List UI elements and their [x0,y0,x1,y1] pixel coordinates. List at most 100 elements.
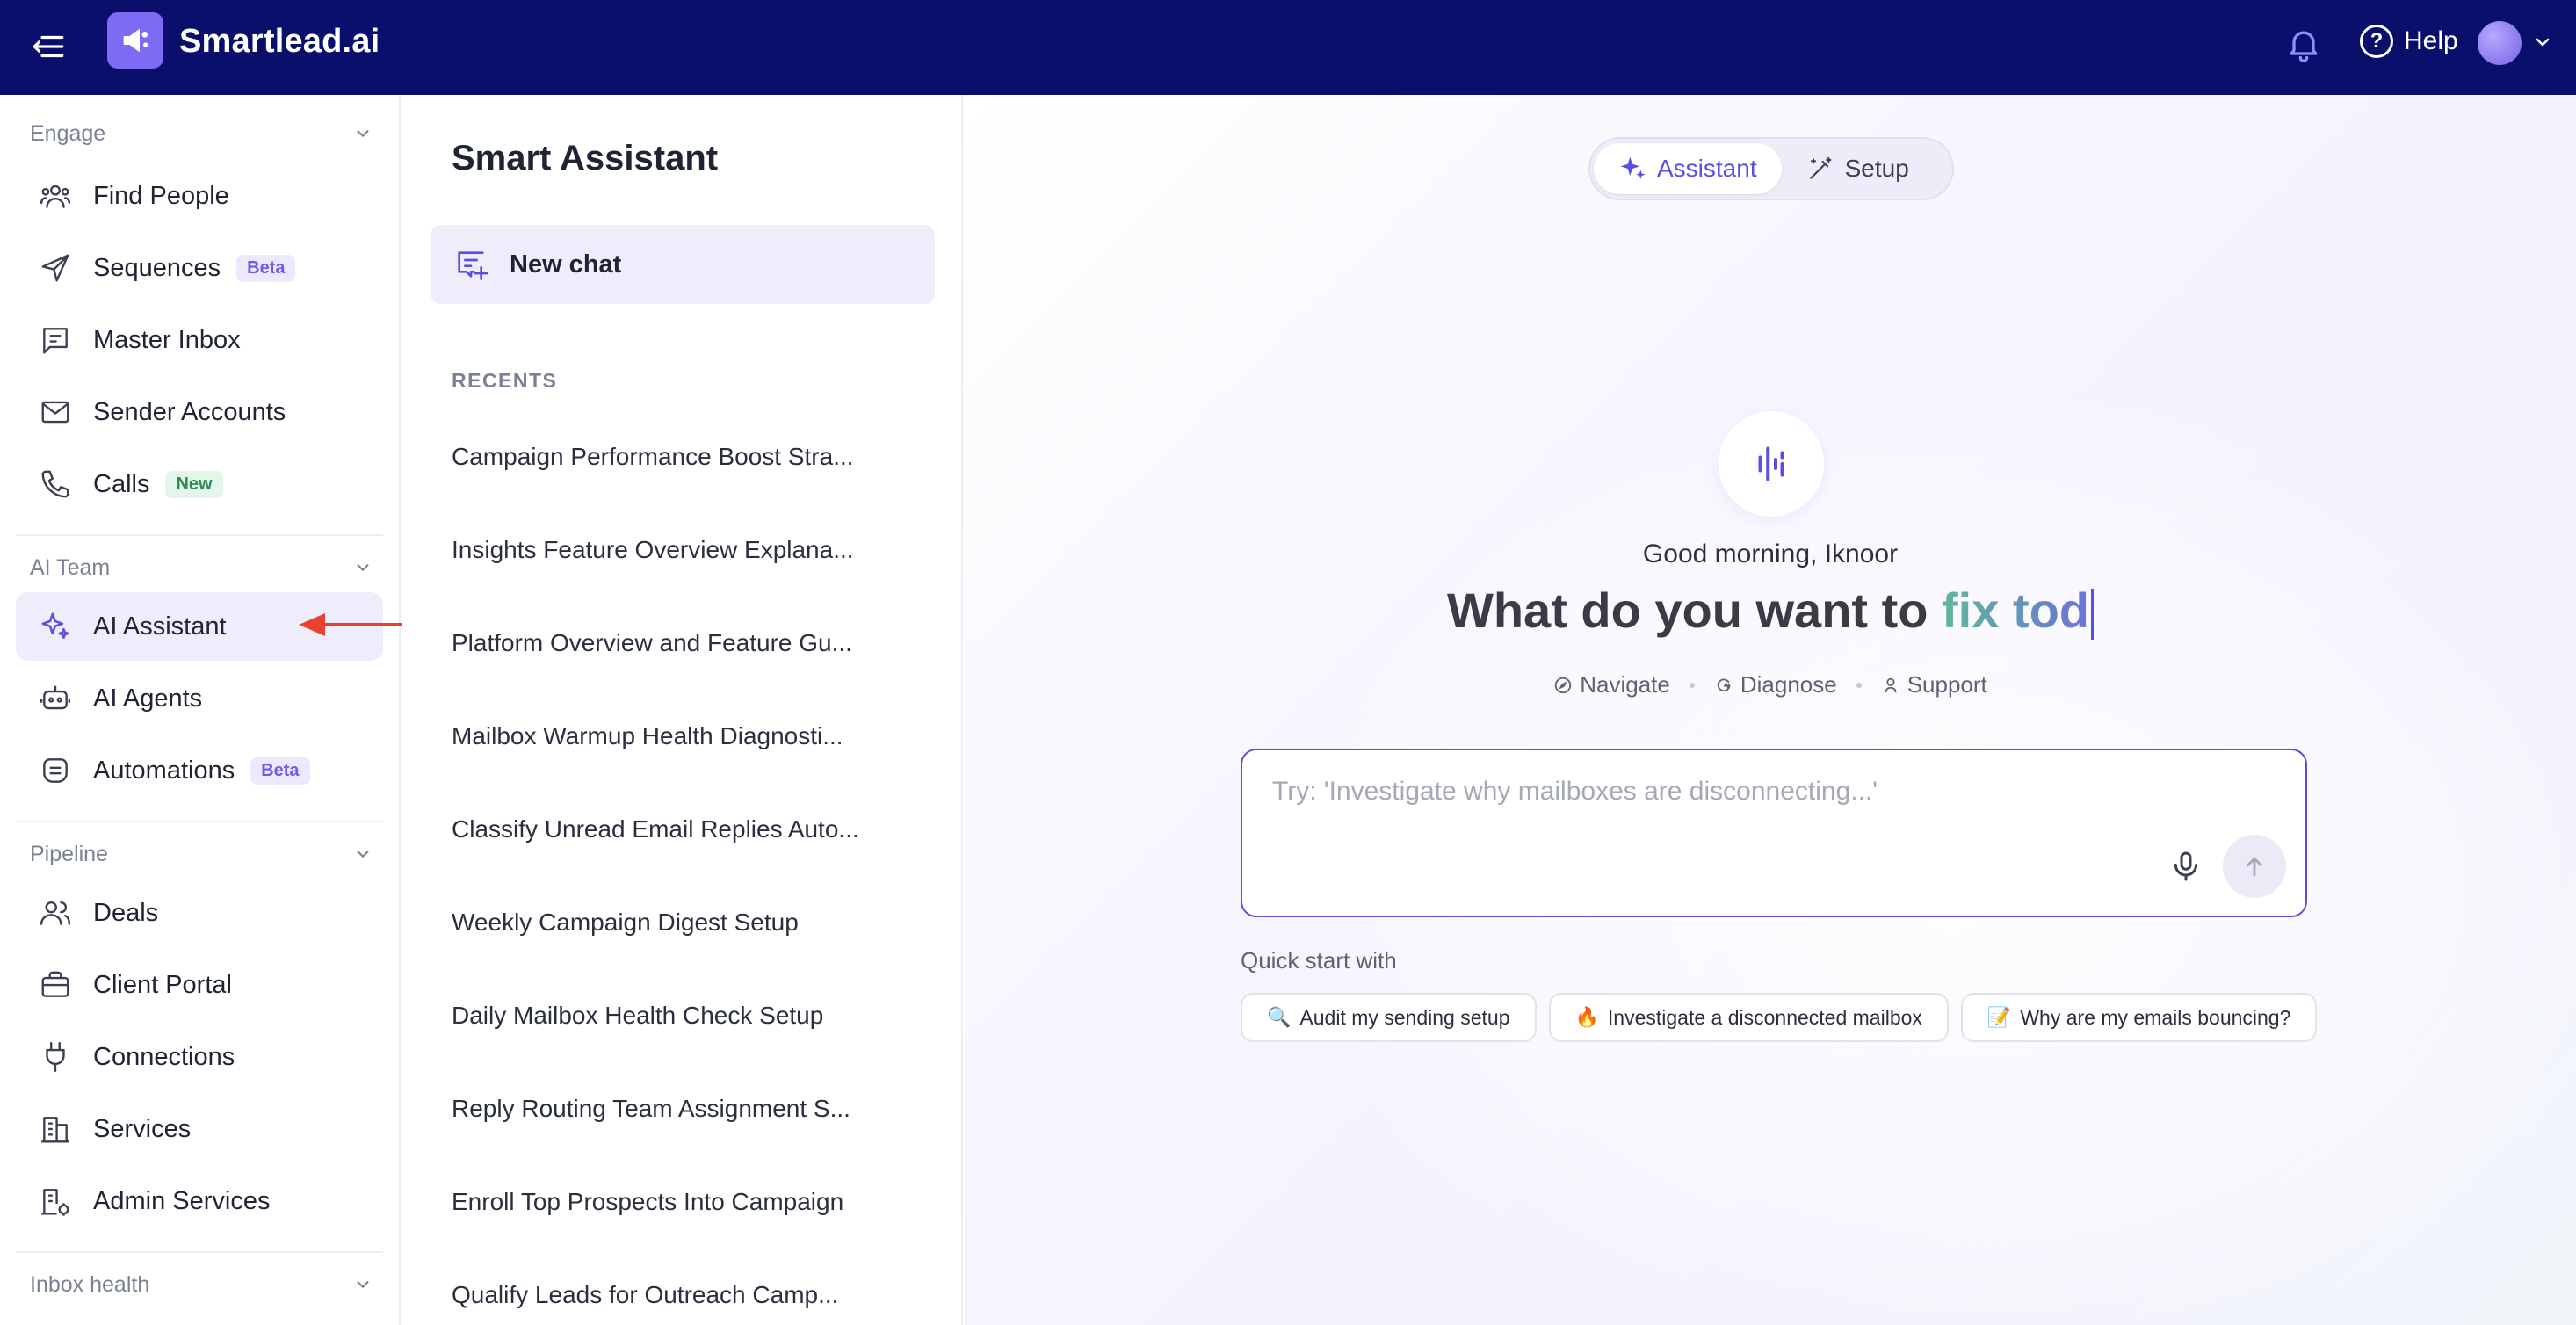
greeting-text: Good morning, Iknoor [1642,539,1899,568]
send-button[interactable] [2223,835,2286,898]
section-title: Engage [30,120,106,146]
recent-chat-item[interactable]: Classify Unread Email Replies Auto... [452,815,908,844]
sidebar-item-label: Master Inbox [93,325,241,354]
sidebar-item-client-portal[interactable]: Client Portal [16,951,383,1019]
quick-start-chip-audit[interactable]: 🔍 Audit my sending setup [1241,993,1537,1042]
smart-assistant-panel: Smart Assistant New chat RECENTS Campaig… [402,95,963,1325]
recent-chat-item[interactable]: Platform Overview and Feature Gu... [452,629,908,657]
sidebar-item-label: Services [93,1114,192,1143]
recent-chat-item[interactable]: Qualify Leads for Outreach Camp... [452,1281,908,1309]
recent-chat-item[interactable]: Enroll Top Prospects Into Campaign [452,1188,908,1216]
beta-badge: Beta [236,254,296,282]
memo-emoji-icon: 📝 [1986,1006,2012,1029]
tab-assistant[interactable]: Assistant [1594,143,1782,194]
section-title: Inbox health [30,1271,150,1297]
sparkle-icon [1620,156,1646,179]
compass-icon [1555,677,1572,693]
help-button[interactable]: ? Help [2360,25,2458,58]
sidebar: Engage Find People Sequences Beta Master… [0,95,401,1325]
sidebar-item-label: Sender Accounts [93,397,286,426]
mode-label: Diagnose [1740,671,1837,698]
tab-setup[interactable]: Setup [1782,143,1934,194]
typing-caret [2091,589,2095,641]
section-engage[interactable]: Engage [30,116,373,151]
phone-icon [41,470,69,498]
assistant-main: Assistant Setup Good morning, Iknoor Wha… [965,95,2576,1325]
user-avatar[interactable] [2478,21,2522,65]
chip-label: Why are my emails bouncing? [2020,1005,2291,1029]
recent-chat-item[interactable]: Daily Mailbox Health Check Setup [452,1002,908,1030]
quick-start-label: Quick start with [1241,947,1397,974]
briefcase-icon [41,971,69,997]
voice-waveform-icon [1719,411,1824,517]
recent-chat-item[interactable]: Reply Routing Team Assignment S... [452,1095,908,1123]
sidebar-item-master-inbox[interactable]: Master Inbox [16,306,383,374]
sidebar-item-label: Automations [93,756,235,785]
section-title: AI Team [30,554,111,580]
sidebar-item-label: Admin Services [93,1186,271,1215]
people-group-icon [40,185,71,208]
chip-label: Audit my sending setup [1299,1005,1510,1029]
app-name[interactable]: Smartlead.ai [179,23,380,61]
section-ai-team[interactable]: AI Team [30,550,373,585]
building-icon [41,1117,69,1143]
users-icon [40,901,71,925]
quick-start-chips: 🔍 Audit my sending setup 🔥 Investigate a… [1241,993,2318,1042]
beta-badge: Beta [250,757,310,785]
section-inbox-health[interactable]: Inbox health [30,1267,373,1302]
quick-start-chip-investigate[interactable]: 🔥 Investigate a disconnected mailbox [1548,993,1949,1042]
sidebar-item-automations[interactable]: Automations Beta [16,736,383,805]
quick-start-chip-bouncing[interactable]: 📝 Why are my emails bouncing? [1960,993,2318,1042]
help-circle-icon: ? [2360,25,2393,58]
recent-chat-item[interactable]: Insights Feature Overview Explana... [452,536,908,564]
support-icon [1885,677,1897,692]
panel-title: Smart Assistant [452,139,719,177]
sidebar-item-sequences[interactable]: Sequences Beta [16,234,383,302]
sidebar-item-calls[interactable]: Calls New [16,450,383,518]
mode-support: Support [1881,671,1987,699]
microphone-icon[interactable] [2168,849,2203,884]
new-chat-button[interactable]: New chat [431,225,935,304]
mode-toggle: Assistant Setup [1588,137,1954,200]
sidebar-item-label: Find People [93,181,229,210]
sidebar-item-label: Deals [93,898,159,927]
sidebar-item-connections[interactable]: Connections [16,1023,383,1091]
smartlead-logo-icon[interactable] [107,12,163,69]
sidebar-item-label: Connections [93,1042,235,1071]
prompt-input[interactable] [1272,770,2239,814]
sidebar-divider [16,1251,383,1253]
separator-dot [1689,682,1695,688]
notifications-bell-icon[interactable] [2284,25,2323,63]
sidebar-item-find-people[interactable]: Find People [16,162,383,230]
sidebar-item-sender-accounts[interactable]: Sender Accounts [16,378,383,446]
new-badge: New [165,470,223,498]
chevron-down-icon[interactable] [2532,32,2553,53]
sidebar-item-deals[interactable]: Deals [16,879,383,947]
headline: What do you want to fix tod [965,582,2576,641]
recent-chat-item[interactable]: Mailbox Warmup Health Diagnosti... [452,722,908,750]
chevron-down-icon [357,1281,369,1289]
menu-collapse-icon[interactable] [30,28,67,65]
chevron-down-icon [357,130,369,138]
sidebar-divider [16,821,383,822]
recent-chat-item[interactable]: Weekly Campaign Digest Setup [452,909,908,937]
recent-chat-item[interactable]: Campaign Performance Boost Stra... [452,443,908,471]
sidebar-item-admin-services[interactable]: Admin Services [16,1167,383,1235]
headline-prefix: What do you want to [1446,583,1943,638]
assistant-modes: Navigate Diagnose Support [965,671,2576,699]
mode-diagnose: Diagnose [1714,671,1837,699]
chip-label: Investigate a disconnected mailbox [1607,1005,1922,1029]
section-pipeline[interactable]: Pipeline [30,836,373,872]
sidebar-item-services[interactable]: Services [16,1095,383,1163]
chevron-down-icon [357,851,369,858]
mode-label: Support [1907,671,1987,698]
automation-bot-icon [43,758,68,783]
help-label: Help [2404,26,2458,55]
robot-icon [40,685,71,710]
sidebar-item-ai-agents[interactable]: AI Agents [16,664,383,733]
section-title: Pipeline [30,841,108,866]
top-bar: Smartlead.ai ? Help [0,0,2576,95]
tab-label: Setup [1844,155,1909,182]
magnifier-emoji-icon: 🔍 [1267,1006,1292,1029]
headline-highlight: fix tod [1942,583,2090,638]
